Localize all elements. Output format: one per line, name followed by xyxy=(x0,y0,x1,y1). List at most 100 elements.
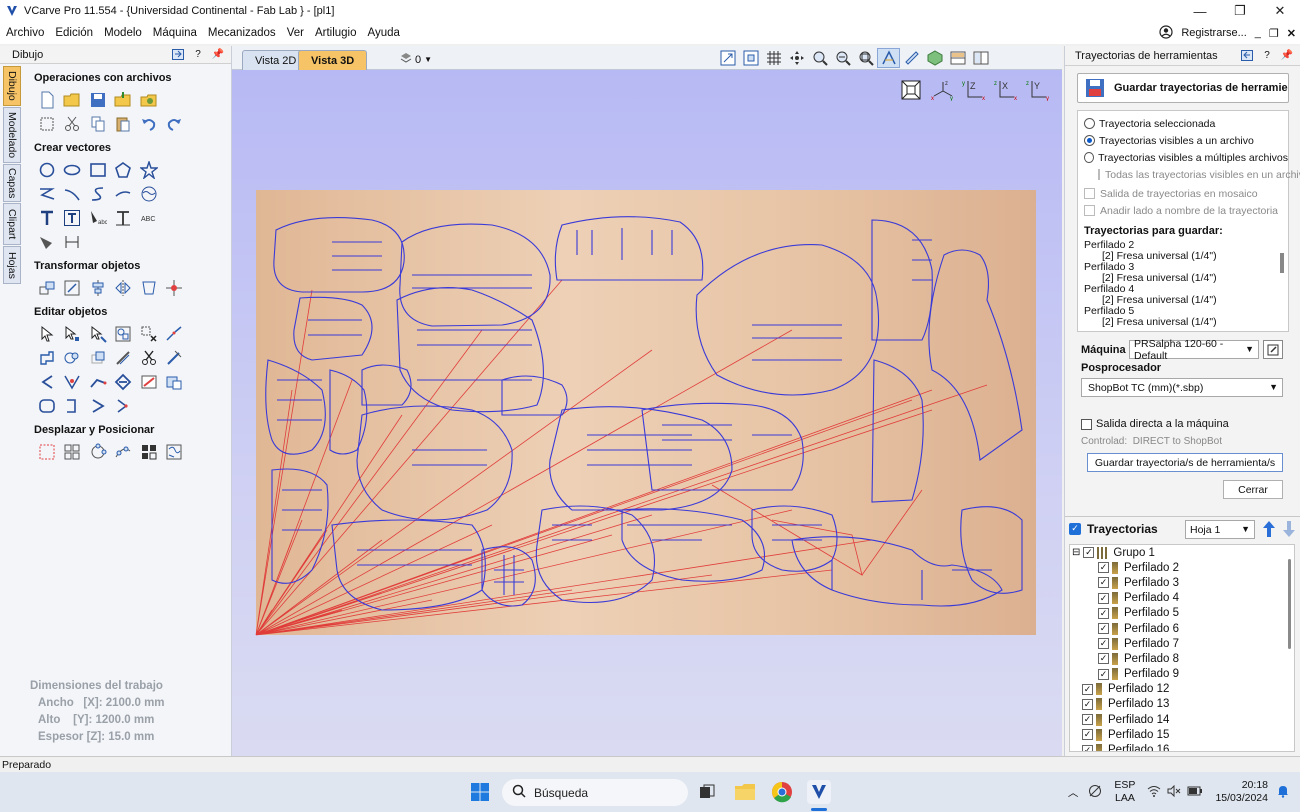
import-vectors-icon[interactable] xyxy=(111,89,137,111)
save-toolpaths-title-button[interactable]: Guardar trayectorias de herramier xyxy=(1077,73,1289,103)
move-down-icon[interactable] xyxy=(1281,520,1297,541)
menu-mecanizados[interactable]: Mecanizados xyxy=(203,27,281,39)
mdi-close-icon[interactable]: ✕ xyxy=(1287,27,1296,40)
tree-toolpath-row[interactable]: ✓ Perfilado 12 xyxy=(1070,682,1294,697)
join-vectors-icon[interactable] xyxy=(162,323,188,345)
node-edit-icon[interactable] xyxy=(60,323,86,345)
chrome-icon[interactable] xyxy=(770,780,794,804)
tab-hojas[interactable]: Hojas xyxy=(3,246,21,284)
menu-ayuda[interactable]: Ayuda xyxy=(363,27,405,39)
polyline-tool-icon[interactable] xyxy=(34,183,60,205)
fillet-edit-icon[interactable] xyxy=(162,347,188,369)
intersect-icon[interactable] xyxy=(85,347,111,369)
radio-button[interactable] xyxy=(1084,152,1095,163)
language-indicator[interactable]: ESP LAA xyxy=(1114,779,1135,805)
checkbox-checked[interactable]: ✓ xyxy=(1082,683,1093,695)
checkbox-checked[interactable]: ✓ xyxy=(1098,638,1109,650)
interactive-transform-icon[interactable] xyxy=(85,323,111,345)
zoom-extents-icon[interactable] xyxy=(854,48,877,68)
auto-nest-icon[interactable] xyxy=(162,441,188,463)
zoom-in-icon[interactable] xyxy=(808,48,831,68)
volume-muted-icon[interactable] xyxy=(1167,784,1181,800)
cut-icon[interactable] xyxy=(60,113,86,135)
tree-toolpath-row[interactable]: ✓ Perfilado 14 xyxy=(1070,712,1294,727)
zoom-out-icon[interactable] xyxy=(831,48,854,68)
text-arc-icon[interactable] xyxy=(111,207,137,229)
zoom-box-icon[interactable] xyxy=(739,48,762,68)
move-up-icon[interactable] xyxy=(1261,520,1277,541)
draw-toolpath-icon[interactable] xyxy=(900,48,923,68)
sheet-select[interactable]: Hoja 1 ▼ xyxy=(1185,520,1255,539)
tree-toolpath-row[interactable]: ✓ Perfilado 6 xyxy=(1070,621,1294,636)
measure-tool-icon[interactable] xyxy=(60,231,86,253)
new-file-icon[interactable] xyxy=(34,89,60,111)
mdi-restore-icon[interactable]: ❐ xyxy=(1269,27,1279,40)
radio-selected-toolpath[interactable]: Trayectoria seleccionada xyxy=(1084,115,1288,132)
tree-scrollbar[interactable] xyxy=(1288,559,1291,649)
open-file-icon[interactable] xyxy=(60,89,86,111)
import-model-icon[interactable] xyxy=(136,89,162,111)
radio-visible-one-file[interactable]: Trayectorias visibles a un archivo xyxy=(1084,132,1288,149)
array-copy-icon[interactable] xyxy=(60,441,86,463)
file-explorer-icon[interactable] xyxy=(733,780,757,804)
ellipse-tool-icon[interactable] xyxy=(60,159,86,181)
angle-icon[interactable] xyxy=(34,371,60,393)
move-to-origin-icon[interactable] xyxy=(162,277,188,299)
chevron-up-icon[interactable]: ︿ xyxy=(1068,785,1079,800)
ungroup-icon[interactable] xyxy=(136,323,162,345)
network-off-icon[interactable] xyxy=(1088,784,1102,801)
collapse-icon[interactable]: ⊟ xyxy=(1072,547,1080,558)
edit-machine-icon[interactable] xyxy=(1263,340,1283,359)
tree-toolpath-row[interactable]: ✓ Perfilado 16 xyxy=(1070,742,1294,751)
align-icon[interactable] xyxy=(85,277,111,299)
rectangle-tool-icon[interactable] xyxy=(85,159,111,181)
checkbox-checked[interactable]: ✓ xyxy=(1083,547,1095,559)
tree-toolpath-row[interactable]: ✓ Perfilado 13 xyxy=(1070,697,1294,712)
close-button[interactable]: ✕ xyxy=(1260,0,1300,22)
split-view-icon[interactable] xyxy=(946,48,969,68)
job-setup-icon[interactable] xyxy=(34,113,60,135)
checkbox-checked[interactable]: ✓ xyxy=(1082,714,1093,726)
text-on-curve-icon[interactable]: abc xyxy=(85,207,111,229)
checkbox[interactable] xyxy=(1084,205,1095,216)
paste-icon[interactable] xyxy=(111,113,137,135)
tree-group-row[interactable]: ⊟ ✓ Grupo 1 xyxy=(1070,545,1294,560)
undo-icon[interactable] xyxy=(136,113,162,135)
panel-toggle-icon[interactable] xyxy=(1240,49,1254,62)
tab-vista-3d[interactable]: Vista 3D xyxy=(298,50,368,70)
task-view-icon[interactable] xyxy=(695,780,719,804)
wifi-icon[interactable] xyxy=(1147,785,1161,800)
close-panel-button[interactable]: Cerrar xyxy=(1223,480,1283,499)
split-icon[interactable] xyxy=(111,395,137,417)
checkbox[interactable] xyxy=(1084,188,1095,199)
menu-maquina[interactable]: Máquina xyxy=(148,27,202,39)
menu-ver[interactable]: Ver xyxy=(282,27,309,39)
copy-icon[interactable] xyxy=(85,113,111,135)
checkbox-checked[interactable]: ✓ xyxy=(1098,592,1109,604)
vcarve-taskbar-icon[interactable] xyxy=(807,780,831,804)
panel-toggle-icon[interactable] xyxy=(171,48,185,61)
curve-tool-icon[interactable] xyxy=(85,183,111,205)
zoom-extents-2d-icon[interactable] xyxy=(716,48,739,68)
tree-toolpath-row[interactable]: ✓ Perfilado 9 xyxy=(1070,667,1294,682)
postprocessor-select[interactable]: ShopBot TC (mm)(*.sbp) ▼ xyxy=(1081,378,1283,397)
create-boundary-icon[interactable] xyxy=(136,371,162,393)
pin-icon[interactable]: 📌 xyxy=(1280,49,1294,62)
checkbox-checked[interactable]: ✓ xyxy=(1082,729,1093,741)
autolayout-text-icon[interactable] xyxy=(60,207,86,229)
smooth-icon[interactable] xyxy=(34,395,60,417)
polygon-tool-icon[interactable] xyxy=(111,159,137,181)
help-icon[interactable]: ? xyxy=(191,48,205,61)
menu-edicion[interactable]: Edición xyxy=(50,27,98,39)
radio-visible-multiple-files[interactable]: Trayectorias visibles a múltiples archiv… xyxy=(1084,149,1288,166)
minimize-button[interactable]: — xyxy=(1180,0,1220,22)
tree-toolpath-row[interactable]: ✓ Perfilado 5 xyxy=(1070,606,1294,621)
machine-select[interactable]: PRSalpha 120-60 - Default ▼ xyxy=(1129,338,1259,362)
tree-toolpath-row[interactable]: ✓ Perfilado 4 xyxy=(1070,591,1294,606)
checkbox-checked[interactable]: ✓ xyxy=(1098,607,1109,619)
trim-icon[interactable] xyxy=(136,347,162,369)
3d-viewport[interactable]: zxy Zxy Xxz Yyz xyxy=(232,70,1062,756)
offset-icon[interactable] xyxy=(111,347,137,369)
nest-icon[interactable] xyxy=(162,371,188,393)
toolpath-tree[interactable]: ⊟ ✓ Grupo 1 ✓ Perfilado 2 ✓ Perfilado 3 ✓ Perfil… xyxy=(1069,544,1295,752)
